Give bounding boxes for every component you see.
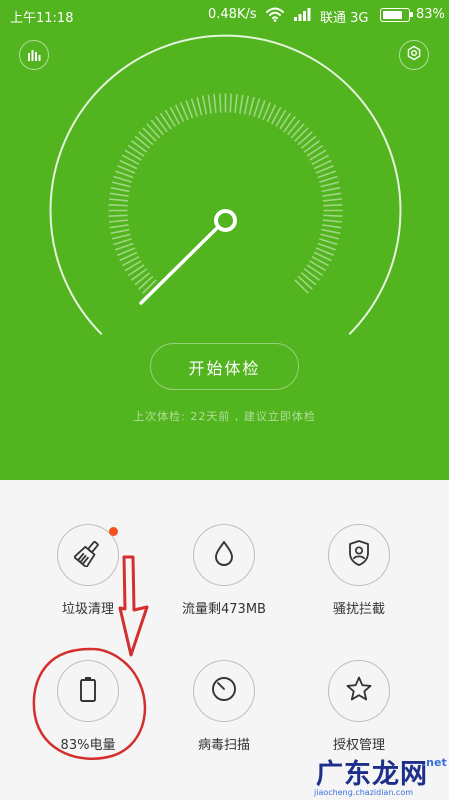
- gauge-tick: [109, 198, 129, 202]
- gauge-tick: [320, 233, 340, 240]
- tool-virus-scan-circle[interactable]: [193, 660, 255, 722]
- gauge-tick: [109, 192, 129, 197]
- gauge-tick: [317, 242, 336, 251]
- gauge-tick: [131, 140, 148, 153]
- watermark-brand: 广东龙网: [316, 759, 428, 790]
- start-checkup-button[interactable]: 开始体检: [150, 343, 299, 390]
- gauge-tick: [319, 238, 338, 246]
- gauge-tick: [322, 219, 342, 223]
- gauge-tick: [303, 268, 320, 281]
- tool-harassment-block[interactable]: 骚扰拦截: [294, 524, 424, 617]
- gauge-tick: [108, 204, 128, 207]
- gauge-tick: [300, 135, 317, 149]
- gauge-tick: [142, 127, 157, 142]
- notification-dot: [109, 527, 118, 536]
- gauge-hub: [214, 209, 237, 232]
- gauge-tick: [185, 100, 194, 119]
- gauge-tick: [239, 94, 244, 114]
- gauge-tick: [109, 219, 129, 223]
- gauge-tick: [319, 175, 338, 183]
- battery-icon: [78, 675, 98, 707]
- gauge-tick: [229, 93, 232, 113]
- gauge-tick: [322, 192, 342, 197]
- gauge-tick: [317, 170, 336, 179]
- tool-virus-scan[interactable]: 病毒扫描: [159, 660, 289, 753]
- gauge-tick: [109, 224, 129, 229]
- gauge-tick: [253, 98, 261, 117]
- tool-cleanup[interactable]: 垃圾清理: [23, 524, 153, 617]
- tool-permissions[interactable]: 授权管理: [294, 660, 424, 753]
- gauge-tick: [322, 224, 342, 229]
- top-panel: 上午11:18 0.48K/s 联通 3G 83% 开始体检 上次体检: 22天…: [0, 0, 449, 480]
- tool-battery-circle[interactable]: [57, 660, 119, 722]
- gauge-tick: [115, 170, 134, 179]
- tool-harassment-block-circle[interactable]: [328, 524, 390, 586]
- gauge-outer-arc: [49, 34, 402, 336]
- last-check-text: 上次体检: 22天前 , 建议立即体检: [133, 410, 316, 423]
- gauge-tick: [283, 116, 296, 133]
- tool-label: 骚扰拦截: [332, 602, 385, 617]
- gauge-tick: [248, 96, 255, 116]
- gauge-tick: [134, 135, 151, 149]
- tool-data-usage-circle[interactable]: [193, 524, 255, 586]
- gauge-tick: [320, 181, 340, 188]
- gauge-tick: [113, 175, 132, 183]
- gauge-tick: [294, 279, 309, 294]
- broom-icon: [73, 539, 102, 571]
- gauge-tick: [108, 214, 128, 217]
- star-icon: [345, 675, 373, 707]
- gauge-tick: [134, 272, 151, 286]
- gauge-tick: [196, 96, 203, 116]
- gauge-tick: [257, 100, 266, 119]
- gauge-tick: [321, 186, 341, 193]
- gauge-tick: [207, 94, 212, 114]
- gauge-tick: [213, 94, 217, 114]
- gauge-tick: [303, 140, 320, 153]
- watermark-url: jiaocheng.chazidian.com: [314, 788, 414, 797]
- gauge-tick: [111, 181, 131, 188]
- gauge-tick: [201, 95, 208, 115]
- watermark: 广东龙网 .net jiaocheng.chazidian.com: [310, 752, 449, 800]
- gauge-tick: [146, 123, 161, 139]
- tool-label: 流量剩473MB: [182, 602, 266, 617]
- tool-cleanup-circle[interactable]: [57, 524, 119, 586]
- gauge-needle: [139, 227, 218, 305]
- tool-label: 病毒扫描: [197, 738, 250, 753]
- gauge-tick: [138, 131, 154, 146]
- tool-label: 垃圾清理: [61, 602, 114, 617]
- gauge-tick: [138, 275, 154, 290]
- gauge-tick: [113, 238, 132, 246]
- gauge-tick: [131, 268, 148, 281]
- virus-scan-icon: [210, 675, 238, 707]
- gauge-tick: [297, 131, 313, 146]
- tool-battery[interactable]: 83%电量: [23, 660, 153, 753]
- drop-icon: [212, 540, 236, 570]
- gauge-tick: [190, 98, 198, 117]
- gauge-tick: [294, 127, 309, 142]
- watermark-tld: .net: [422, 756, 447, 769]
- gauge-tick: [234, 94, 238, 114]
- gauge-tick: [290, 123, 305, 139]
- tool-data-usage[interactable]: 流量剩473MB: [159, 524, 289, 617]
- gauge-tick: [219, 93, 222, 113]
- gauge-tick: [111, 233, 131, 240]
- shield-user-icon: [346, 539, 372, 571]
- tool-label: 83%电量: [60, 738, 116, 753]
- gauge-tick: [300, 272, 317, 286]
- tool-label: 授权管理: [332, 738, 385, 753]
- gauge-tick: [322, 198, 342, 202]
- gauge-tick: [115, 242, 134, 251]
- gauge-tick: [323, 214, 343, 217]
- gauge-tick: [243, 95, 250, 115]
- gauge-tick: [155, 116, 168, 133]
- gauge-tick: [297, 275, 313, 290]
- gauge-tick: [287, 119, 301, 136]
- gauge-ticks: [108, 93, 343, 294]
- gauge-tick: [150, 119, 164, 136]
- gauge-tick: [110, 228, 130, 235]
- gauge-tick: [323, 204, 343, 207]
- tool-permissions-circle[interactable]: [328, 660, 390, 722]
- gauge-tick: [321, 228, 341, 235]
- gauge-tick: [110, 186, 130, 193]
